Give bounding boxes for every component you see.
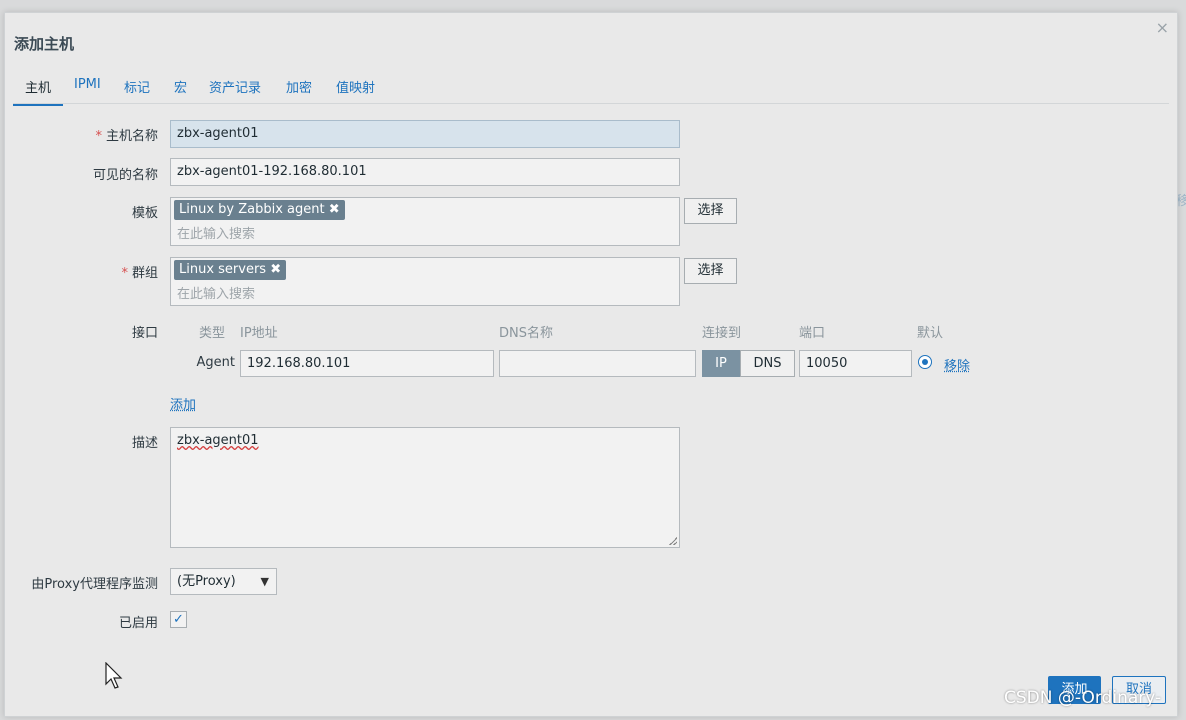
groups-multiselect[interactable]: Linux servers ✖ 在此输入搜索 <box>170 257 680 306</box>
template-chip: Linux by Zabbix agent ✖ <box>174 200 345 220</box>
col-port-header: 端口 <box>799 326 826 341</box>
interface-dns-input[interactable] <box>499 350 696 377</box>
dialog-title: 添加主机 <box>14 35 75 53</box>
group-chip: Linux servers ✖ <box>174 260 287 280</box>
default-interface-radio[interactable] <box>918 355 932 369</box>
templates-label: 模板 <box>131 206 158 221</box>
visible-name-label: 可见的名称 <box>92 168 158 183</box>
required-marker: * <box>121 266 128 281</box>
proxy-selected-value: (无Proxy) <box>177 574 236 589</box>
visible-name-input[interactable]: zbx-agent01-192.168.80.101 <box>170 158 680 186</box>
col-ip-header: IP地址 <box>240 326 278 341</box>
templates-multiselect[interactable]: Linux by Zabbix agent ✖ 在此输入搜索 <box>170 197 680 246</box>
connect-ip-toggle[interactable]: IP <box>702 350 740 377</box>
proxy-select[interactable]: (无Proxy) ▼ <box>170 568 277 595</box>
active-tab-indicator <box>13 104 63 106</box>
tab-encryption[interactable]: 加密 <box>286 77 312 96</box>
interfaces-label: 接口 <box>131 326 158 341</box>
required-marker: * <box>95 129 102 144</box>
templates-search-placeholder[interactable]: 在此输入搜索 <box>177 223 255 242</box>
resize-handle-icon[interactable] <box>669 537 677 545</box>
host-name-label: * 主机名称 <box>95 129 158 144</box>
add-interface-link[interactable]: 添加 <box>170 394 196 413</box>
proxy-label: 由Proxy代理程序监测 <box>31 577 158 592</box>
chevron-down-icon: ▼ <box>260 575 269 588</box>
watermark: CSDN @-Ordinary- <box>1004 688 1162 708</box>
close-icon[interactable]: × <box>1156 18 1169 37</box>
tab-tags[interactable]: 标记 <box>124 77 150 96</box>
description-label: 描述 <box>131 436 158 451</box>
interface-ip-input[interactable]: 192.168.80.101 <box>240 350 494 377</box>
description-textarea[interactable]: zbx-agent01 <box>170 427 680 548</box>
tab-macros[interactable]: 宏 <box>174 77 187 96</box>
tab-bar: 主机 IPMI 标记 宏 资产记录 加密 值映射 <box>13 75 1169 106</box>
col-type-header: 类型 <box>199 326 226 341</box>
col-connect-header: 连接到 <box>702 326 742 341</box>
interface-port-input[interactable]: 10050 <box>799 350 912 377</box>
tab-inventory[interactable]: 资产记录 <box>209 77 261 96</box>
mouse-cursor-icon <box>105 662 123 689</box>
remove-chip-icon[interactable]: ✖ <box>270 260 281 280</box>
interface-type: Agent <box>196 355 235 370</box>
groups-search-placeholder[interactable]: 在此输入搜索 <box>177 283 255 302</box>
connect-dns-toggle[interactable]: DNS <box>740 350 795 377</box>
groups-select-button[interactable]: 选择 <box>684 258 737 284</box>
col-default-header: 默认 <box>917 326 944 341</box>
host-name-input[interactable]: zbx-agent01 <box>170 120 680 148</box>
templates-select-button[interactable]: 选择 <box>684 198 737 224</box>
groups-label: * 群组 <box>121 266 158 281</box>
enabled-checkbox[interactable]: ✓ <box>170 611 187 628</box>
tab-value-mapping[interactable]: 值映射 <box>336 77 375 96</box>
enabled-label: 已启用 <box>118 616 158 631</box>
tab-ipmi[interactable]: IPMI <box>74 77 101 92</box>
remove-chip-icon[interactable]: ✖ <box>329 200 340 220</box>
remove-interface-link[interactable]: 移除 <box>944 355 970 374</box>
col-dns-header: DNS名称 <box>499 326 553 341</box>
description-text: zbx-agent01 <box>177 433 259 448</box>
tab-host[interactable]: 主机 <box>13 77 63 106</box>
